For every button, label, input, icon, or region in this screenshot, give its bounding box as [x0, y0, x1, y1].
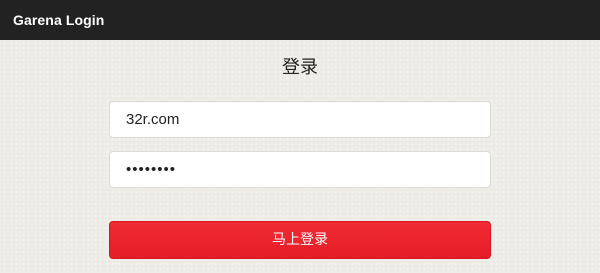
page-title: 登录 [282, 57, 318, 78]
username-input[interactable] [109, 101, 491, 138]
login-button[interactable]: 马上登录 [109, 221, 491, 259]
app-titlebar: Garena Login [0, 0, 600, 40]
password-input[interactable] [109, 151, 491, 188]
app-title: Garena Login [13, 12, 105, 28]
